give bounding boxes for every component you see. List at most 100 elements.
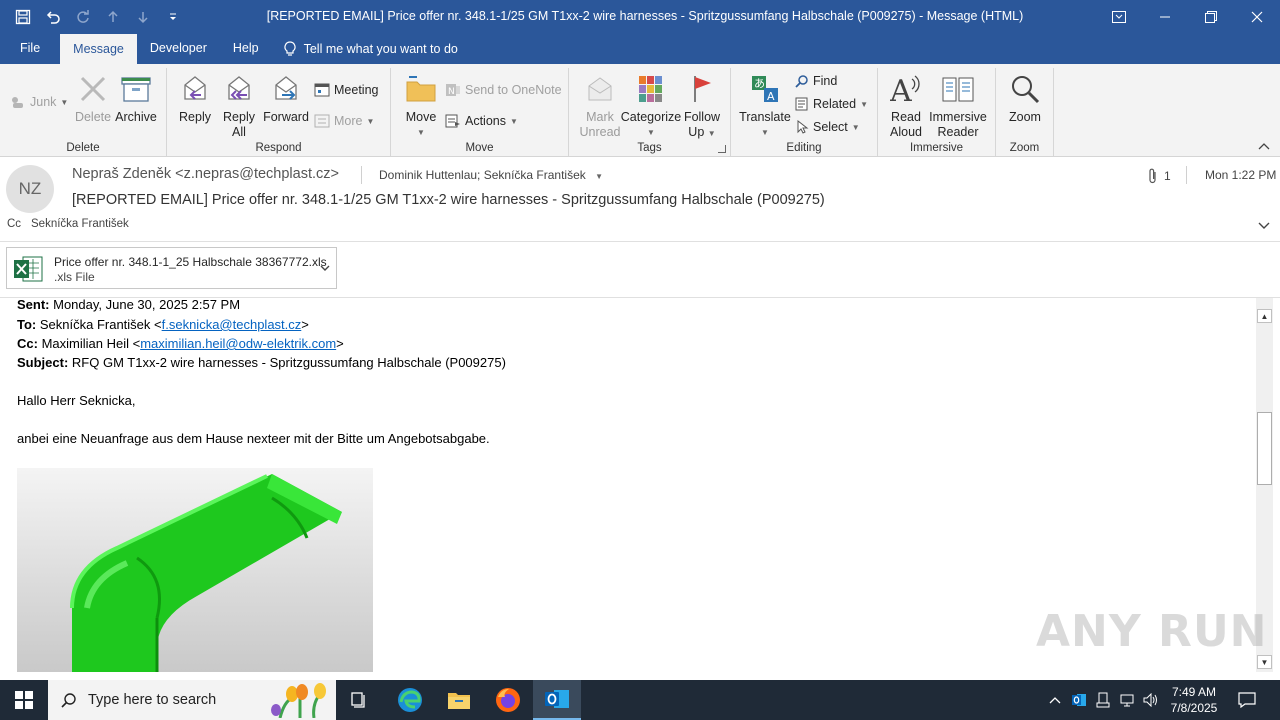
send-to-onenote-button[interactable]: N Send to OneNote [445, 83, 562, 97]
follow-up-label-1: Follow [683, 110, 721, 124]
collapse-ribbon-icon[interactable] [1258, 142, 1270, 153]
translate-button[interactable]: あA Translate ▼ [739, 70, 791, 140]
cc-end: > [336, 336, 344, 351]
scroll-up-icon[interactable]: ▲ [1257, 309, 1272, 323]
immersive-reader-button[interactable]: Immersive Reader [928, 70, 988, 140]
recipients[interactable]: Dominik Huttenlau; Sekníčka František ▼ [379, 168, 603, 182]
forward-button[interactable]: Forward [263, 70, 309, 125]
related-button[interactable]: Related ▼ [795, 97, 868, 111]
immersive-group-label: Immersive [909, 142, 964, 154]
magnifier-icon [1007, 70, 1043, 108]
cc-value[interactable]: Sekníčka František [31, 218, 129, 230]
minimize-icon[interactable] [1142, 0, 1188, 34]
delete-icon [75, 70, 111, 108]
more-button[interactable]: More ▼ [314, 114, 374, 128]
cc-email-link[interactable]: maximilian.heil@odw-elektrik.com [140, 336, 336, 351]
actions-button[interactable]: Actions ▼ [445, 114, 518, 128]
reply-all-label-1: Reply [223, 110, 255, 124]
to-email-link[interactable]: f.seknicka@techplast.cz [162, 317, 302, 332]
meeting-icon [314, 83, 330, 97]
lightbulb-icon [284, 41, 296, 56]
move-group-label: Move [465, 142, 494, 154]
edge-browser-icon[interactable] [386, 680, 434, 720]
mark-unread-label-2: Unread [579, 125, 621, 139]
delete-group: Junk ▼ Delete Archive Delete [0, 68, 167, 156]
reply-all-icon [221, 70, 257, 108]
menu-file[interactable]: File [0, 34, 60, 64]
chevron-down-icon: ▼ [595, 172, 604, 181]
zoom-button[interactable]: Zoom [1006, 70, 1044, 125]
junk-button[interactable]: Junk ▼ [10, 95, 68, 109]
body-subject-value: RFQ GM T1xx-2 wire harnesses - Spritzgus… [68, 355, 506, 370]
editing-group-label: Editing [786, 142, 822, 154]
tell-me-search[interactable]: Tell me what you want to do [272, 34, 458, 64]
maximize-icon[interactable] [1188, 0, 1234, 34]
meeting-button[interactable]: Meeting [314, 83, 378, 97]
attachment-card[interactable]: Price offer nr. 348.1-1_25 Halbschale 38… [6, 247, 337, 289]
volume-icon[interactable] [1140, 680, 1162, 720]
find-button[interactable]: Find [795, 74, 837, 88]
delete-button[interactable]: Delete [75, 70, 111, 125]
menu-message[interactable]: Message [60, 34, 137, 64]
select-button[interactable]: Select ▼ [795, 120, 860, 134]
attachment-count-text: 1 [1164, 169, 1171, 183]
cc-name: Maximilian Heil < [37, 336, 141, 351]
to-end: > [301, 317, 309, 332]
archive-button[interactable]: Archive [114, 70, 158, 125]
sender[interactable]: Nepraš Zdeněk <z.nepras@techplast.cz> [72, 166, 339, 182]
sent-value: Monday, June 30, 2025 2:57 PM [49, 298, 241, 312]
chevron-down-icon: ▼ [366, 116, 375, 126]
attachment-menu-icon[interactable] [320, 261, 330, 275]
dialog-launcher-icon[interactable] [718, 145, 726, 153]
zoom-group: Zoom Zoom [996, 68, 1054, 156]
categorize-icon [633, 70, 669, 108]
immersive-reader-icon [940, 70, 976, 108]
tulips-icon [271, 683, 326, 718]
body-cc-label: Cc: [17, 336, 38, 351]
delete-group-label: Delete [66, 142, 100, 154]
taskbar-clock[interactable]: 7:49 AM 7/8/2025 [1162, 684, 1226, 716]
firefox-icon[interactable] [484, 680, 532, 720]
chevron-down-icon: ▼ [761, 128, 769, 137]
windows-start-icon[interactable] [0, 680, 48, 720]
attachment-type: .xls File [54, 270, 95, 284]
immersive-group: A Read Aloud Immersive Reader Immersive [878, 68, 996, 156]
scroll-thumb[interactable] [1257, 412, 1272, 485]
outlook-taskbar-icon[interactable] [533, 680, 581, 720]
categorize-button[interactable]: Categorize ▼ [621, 70, 681, 140]
onenote-icon: N [446, 84, 460, 97]
product-image [17, 468, 373, 672]
clock-time: 7:49 AM [1171, 685, 1217, 699]
mark-unread-icon [582, 70, 618, 108]
file-explorer-icon[interactable] [435, 680, 483, 720]
read-aloud-button[interactable]: A Read Aloud [888, 70, 924, 140]
scroll-down-icon[interactable]: ▼ [1257, 655, 1272, 669]
actions-icon [445, 114, 460, 128]
move-button[interactable]: Move ▼ [401, 70, 441, 140]
reply-button[interactable]: Reply [177, 70, 213, 125]
related-icon [795, 97, 808, 111]
mark-unread-button[interactable]: Mark Unread [577, 70, 623, 140]
show-hidden-icons-icon[interactable] [1044, 680, 1066, 720]
attachment-count: 1 [1148, 168, 1171, 184]
menu-developer[interactable]: Developer [137, 34, 220, 64]
network-icon[interactable] [1116, 680, 1138, 720]
expand-header-icon[interactable] [1258, 219, 1270, 233]
device-icon[interactable] [1092, 680, 1114, 720]
select-label: Select [813, 120, 848, 134]
menu-help[interactable]: Help [220, 34, 272, 64]
close-icon[interactable] [1234, 0, 1280, 34]
ribbon-display-options-icon[interactable] [1096, 0, 1142, 34]
immersive-reader-label-2: Reader [937, 125, 979, 139]
outlook-tray-icon[interactable] [1068, 680, 1090, 720]
notifications-icon[interactable] [1232, 680, 1262, 720]
chevron-down-icon: ▼ [707, 129, 716, 138]
taskbar-search[interactable]: Type here to search [48, 680, 336, 720]
ribbon: Junk ▼ Delete Archive Delete Reply Reply … [0, 64, 1280, 157]
task-view-icon[interactable] [336, 680, 384, 720]
divider [361, 166, 362, 184]
follow-up-button[interactable]: Follow Up ▼ [681, 70, 723, 141]
reply-all-button[interactable]: Reply All [221, 70, 257, 140]
move-label: Move [405, 110, 437, 124]
greeting: Hallo Herr Seknicka, [17, 393, 136, 408]
